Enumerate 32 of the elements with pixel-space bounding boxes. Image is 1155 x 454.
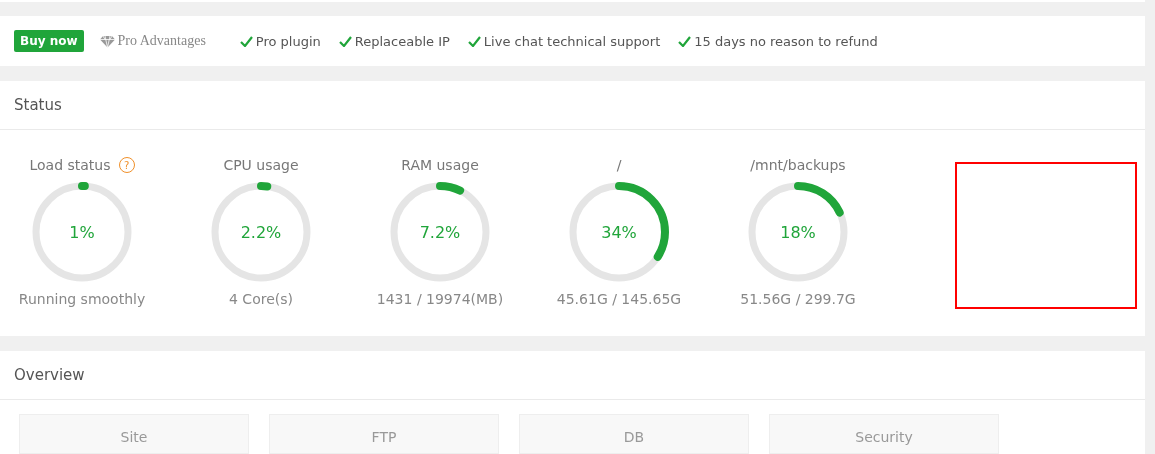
check-icon — [678, 35, 692, 47]
overview-card[interactable]: Site — [19, 414, 249, 454]
overview-card[interactable]: FTP — [269, 414, 499, 454]
gauge-detail: 1431 / 19974(MB) — [376, 291, 504, 307]
gauge-detail: 4 Core(s) — [229, 291, 293, 307]
gauge-percent: 2.2% — [240, 222, 282, 242]
check-icon — [467, 35, 481, 47]
feature-text: Live chat technical support — [483, 33, 661, 49]
gauge-detail: 45.61G / 145.65G — [556, 291, 682, 307]
gauge-label: CPU usage — [223, 157, 299, 173]
gauge-percent: 7.2% — [419, 222, 461, 242]
pro-advantages-label: Pro Advantages — [117, 33, 206, 49]
gauge-detail: Running smoothly — [18, 291, 146, 307]
gauge-detail: 51.56G / 299.7G — [740, 291, 856, 307]
feature-text: 15 days no reason to refund — [694, 33, 878, 49]
overview-card[interactable]: Security — [769, 414, 999, 454]
gauge-percent: 1% — [69, 222, 95, 242]
diamond-icon — [99, 34, 115, 48]
feature-text: Replaceable IP — [354, 33, 450, 49]
gauge-label: / — [616, 157, 622, 173]
feature-text: Pro plugin — [255, 33, 321, 49]
overview-card[interactable]: DB — [519, 414, 749, 454]
check-icon — [239, 35, 253, 47]
section-title: Overview — [14, 366, 85, 384]
gauge-percent: 18% — [780, 222, 816, 242]
gauge-percent: 34% — [601, 222, 637, 242]
buy-now-button[interactable]: Buy now — [14, 30, 84, 52]
section-title: Status — [14, 96, 62, 114]
gauge-label: RAM usage — [401, 157, 479, 173]
gauge-label: /mnt/backups — [750, 157, 846, 173]
gauge-label: Load status — [29, 157, 111, 173]
check-icon — [338, 35, 352, 47]
